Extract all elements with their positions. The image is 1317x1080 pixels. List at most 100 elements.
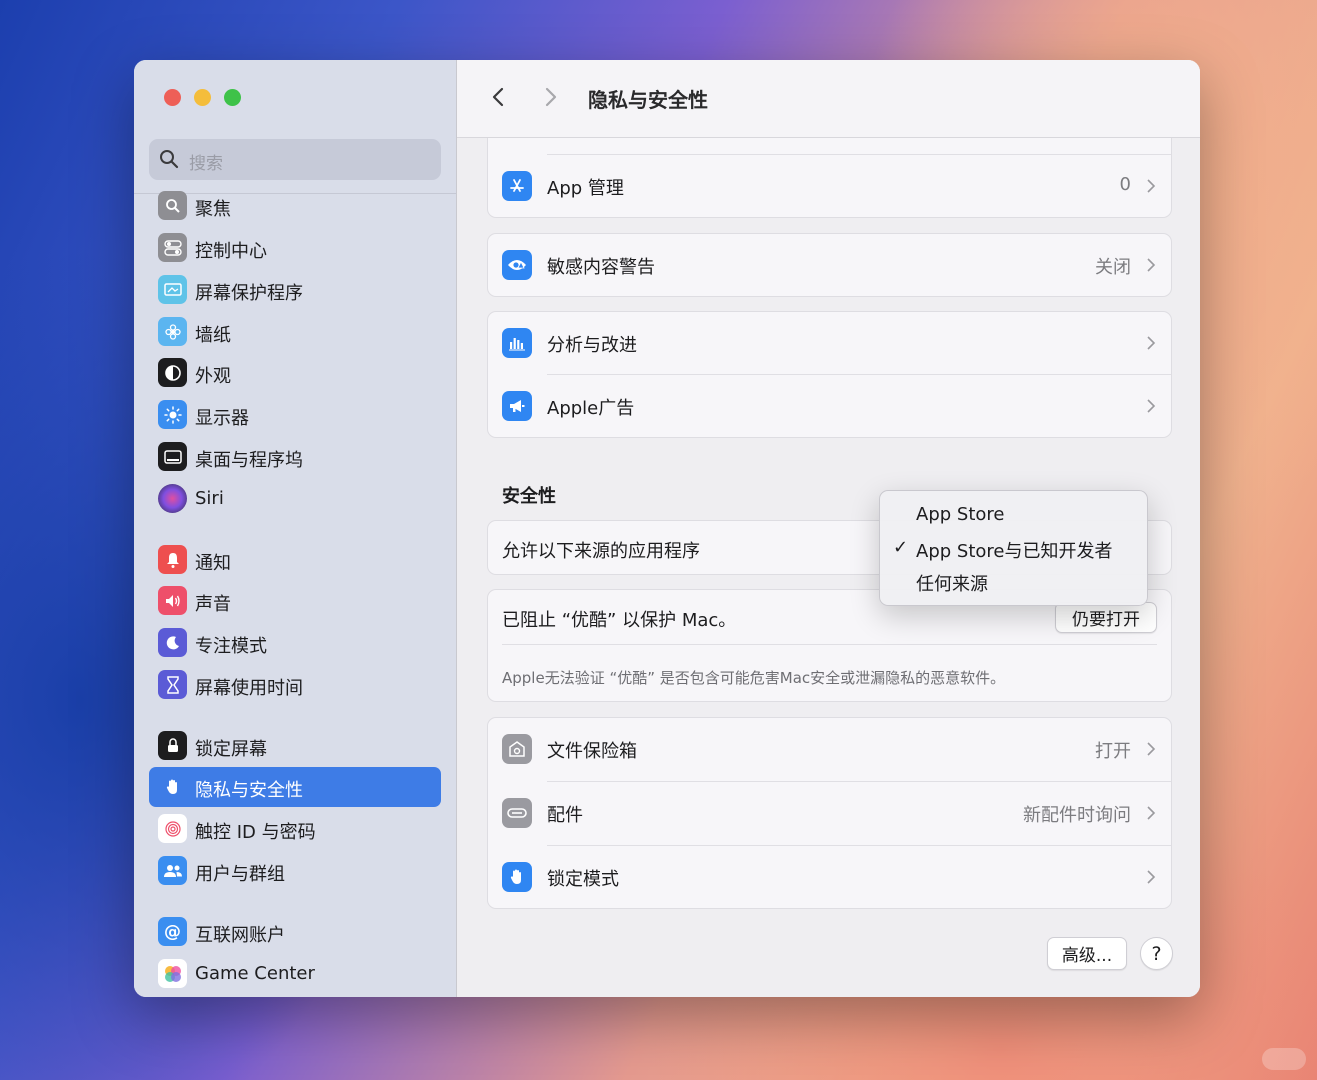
- card-analytics: 分析与改进 Apple广告: [487, 311, 1172, 438]
- minimize-button[interactable]: [194, 89, 211, 106]
- sidebar-item-screen-time[interactable]: 屏幕使用时间: [149, 665, 441, 705]
- sidebar-item-notifications[interactable]: 通知: [149, 540, 441, 580]
- blocked-message: 已阻止 “优酷” 以保护 Mac。: [502, 610, 737, 631]
- sidebar-item-touch-id[interactable]: 触控 ID 与密码: [149, 809, 441, 849]
- sidebar-item-label: Siri: [195, 488, 224, 509]
- chevron-right-icon: [1147, 806, 1156, 820]
- search-field[interactable]: 搜索: [149, 139, 441, 180]
- row-label: 配件: [547, 805, 583, 826]
- hand-icon: [502, 862, 532, 892]
- sidebar-item-wallpaper[interactable]: 墙纸: [149, 312, 441, 352]
- sidebar-item-label: 屏幕保护程序: [195, 283, 303, 304]
- card-app-management: App 管理 0: [487, 138, 1172, 218]
- sidebar-item-users-groups[interactable]: 用户与群组: [149, 851, 441, 891]
- sun-icon: [158, 400, 187, 429]
- spotlight-icon: [158, 191, 187, 220]
- sidebar-item-game-center[interactable]: Game Center: [149, 954, 441, 994]
- lock-screen-icon: [158, 731, 187, 760]
- row-value: 打开: [1095, 741, 1131, 762]
- chevron-right-icon: [1147, 336, 1156, 350]
- row-label: Apple广告: [547, 398, 635, 419]
- sidebar-item-focus[interactable]: 专注模式: [149, 623, 441, 663]
- row-apple-ads[interactable]: Apple广告: [488, 375, 1171, 437]
- sidebar-item-label: 用户与群组: [195, 864, 285, 885]
- chevron-right-icon: [1147, 399, 1156, 413]
- allow-apps-dropdown-menu: App Store ✓ App Store与已知开发者 任何来源: [879, 490, 1148, 606]
- row-label: App 管理: [547, 178, 624, 199]
- menu-item-app-store-identified[interactable]: App Store与已知开发者: [916, 537, 1112, 563]
- sidebar-item-label: Game Center: [195, 963, 315, 984]
- menu-item-anywhere[interactable]: 任何来源: [916, 570, 988, 596]
- sidebar-item-desktop-dock[interactable]: 桌面与程序坞: [149, 437, 441, 477]
- chevron-right-icon: [1147, 870, 1156, 884]
- row-label: 文件保险箱: [547, 741, 637, 762]
- advanced-button[interactable]: 高级...: [1047, 937, 1127, 970]
- row-value: 0: [1119, 174, 1131, 195]
- appearance-icon: [158, 358, 187, 387]
- safe-icon: [502, 734, 532, 764]
- sidebar-item-privacy-security[interactable]: 隐私与安全性: [149, 767, 441, 807]
- fingerprint-icon: [158, 814, 187, 843]
- hand-icon: [158, 772, 187, 801]
- siri-icon: [158, 484, 187, 513]
- users-icon: [158, 856, 187, 885]
- card-filevault: 文件保险箱 打开 配件 新配件时询问 锁定模式: [487, 717, 1172, 909]
- search-placeholder: 搜索: [189, 154, 223, 174]
- app-store-icon: [502, 171, 532, 201]
- sidebar-item-displays[interactable]: 显示器: [149, 395, 441, 435]
- card-sensitive: 敏感内容警告 关闭: [487, 233, 1172, 297]
- open-anyway-button[interactable]: 仍要打开: [1055, 602, 1157, 633]
- sidebar-item-label: 屏幕使用时间: [195, 678, 303, 699]
- sidebar-item-control-center[interactable]: 控制中心: [149, 228, 441, 268]
- sidebar-item-appearance[interactable]: 外观: [149, 353, 441, 393]
- row-value: 新配件时询问: [1023, 805, 1131, 826]
- sidebar-item-siri[interactable]: Siri: [149, 479, 441, 519]
- row-accessories[interactable]: 配件 新配件时询问: [488, 782, 1171, 844]
- row-lockdown[interactable]: 锁定模式: [488, 846, 1171, 908]
- sidebar-item-lock-screen[interactable]: 锁定屏幕: [149, 726, 441, 766]
- chart-icon: [502, 328, 532, 358]
- screen-saver-icon: [158, 275, 187, 304]
- row-app-management[interactable]: App 管理 0: [488, 155, 1171, 217]
- sidebar-item-label: 聚焦: [195, 199, 231, 220]
- sidebar-item-label: 隐私与安全性: [195, 780, 303, 801]
- sidebar-item-label: 触控 ID 与密码: [195, 822, 316, 843]
- menu-item-app-store[interactable]: App Store: [916, 504, 1004, 525]
- search-icon: [160, 150, 179, 169]
- sidebar-item-label: 外观: [195, 366, 231, 387]
- page-title: 隐私与安全性: [588, 88, 708, 112]
- sidebar-item-label: 控制中心: [195, 241, 267, 262]
- dock-icon: [158, 442, 187, 471]
- zoom-button[interactable]: [224, 89, 241, 106]
- chevron-right-icon: [1147, 742, 1156, 756]
- game-center-icon: [158, 959, 187, 988]
- sidebar-item-sound[interactable]: 声音: [149, 581, 441, 621]
- section-title-security: 安全性: [502, 486, 556, 507]
- row-sensitive-content[interactable]: 敏感内容警告 关闭: [488, 234, 1171, 296]
- close-button[interactable]: [164, 89, 181, 106]
- speaker-icon: [158, 586, 187, 615]
- hourglass-icon: [158, 670, 187, 699]
- checkmark-icon: ✓: [893, 537, 909, 558]
- allow-apps-label: 允许以下来源的应用程序: [502, 541, 700, 562]
- row-analytics[interactable]: 分析与改进: [488, 312, 1171, 374]
- back-button[interactable]: [483, 82, 513, 112]
- sidebar: 搜索 聚焦 控制中心 屏幕保护程序 墙纸 外观 显示器 桌面与程序坞 Siri …: [134, 60, 457, 997]
- chevron-right-icon: [545, 87, 557, 107]
- sidebar-item-label: 互联网账户: [195, 925, 285, 946]
- sidebar-item-label: 通知: [195, 553, 231, 574]
- blocked-note: Apple无法验证 “优酷” 是否包含可能危害Mac安全或泄漏隐私的恶意软件。: [502, 669, 1006, 687]
- eye-warning-icon: [502, 250, 532, 280]
- help-button[interactable]: ?: [1140, 937, 1173, 970]
- row-value: 关闭: [1095, 257, 1131, 278]
- sidebar-item-spotlight[interactable]: 聚焦: [149, 186, 441, 226]
- forward-button[interactable]: [536, 82, 566, 112]
- at-icon: @: [158, 917, 187, 946]
- divider: [502, 644, 1157, 645]
- sidebar-item-internet-accounts[interactable]: @ 互联网账户: [149, 912, 441, 952]
- sidebar-item-screen-saver[interactable]: 屏幕保护程序: [149, 270, 441, 310]
- row-filevault[interactable]: 文件保险箱 打开: [488, 718, 1171, 780]
- usb-c-icon: [502, 798, 532, 828]
- sidebar-item-label: 显示器: [195, 408, 249, 429]
- toolbar: 隐私与安全性: [457, 60, 1200, 138]
